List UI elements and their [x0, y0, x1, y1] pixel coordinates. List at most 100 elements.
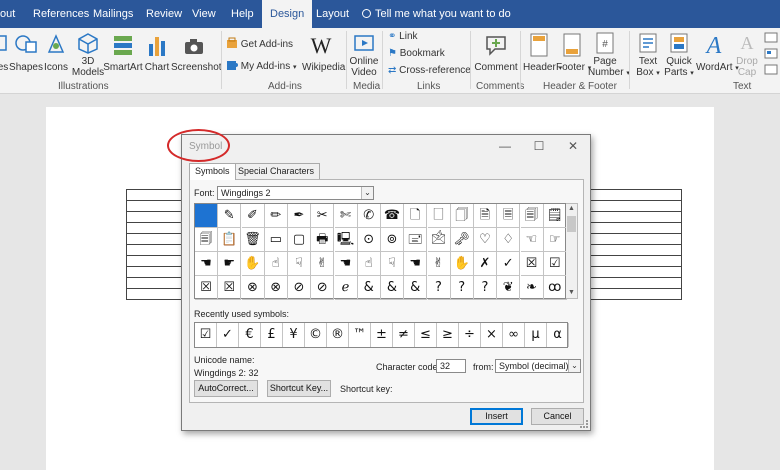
symbol-cell[interactable]: ✗ — [474, 252, 497, 276]
from-select[interactable]: Symbol (decimal) ⌄ — [495, 359, 581, 373]
symbol-cell[interactable]: ☒ — [195, 276, 218, 300]
recent-symbol-cell[interactable]: ® — [327, 323, 349, 347]
icons-button[interactable]: Icons — [43, 32, 69, 73]
tell-me-search[interactable]: Tell me what you want to do — [362, 0, 511, 28]
symbol-cell[interactable]: 🗋 — [404, 204, 428, 228]
recent-symbol-cell[interactable]: ∞ — [503, 323, 525, 347]
symbol-cell[interactable]: ☟ — [381, 252, 404, 276]
symbol-cell[interactable]: 🗐 — [195, 228, 218, 252]
tab-mailings[interactable]: Mailings — [93, 0, 133, 28]
symbol-cell[interactable]: ? — [474, 276, 497, 300]
recent-symbol-cell[interactable]: ≤ — [415, 323, 437, 347]
3d-models-button[interactable]: 3D Models — [71, 32, 105, 78]
symbol-cell[interactable]: ☚ — [195, 252, 218, 276]
symbol-cell[interactable]: ℯ — [334, 276, 358, 300]
symbol-cell[interactable]: ❦ — [497, 276, 521, 300]
symbol-cell[interactable]: 🗏 — [497, 204, 521, 228]
tab-review[interactable]: Review — [146, 0, 182, 28]
tab-special-characters[interactable]: Special Characters — [232, 163, 321, 179]
scroll-down-icon[interactable]: ▼ — [566, 288, 577, 298]
symbol-cell[interactable]: ☑ — [543, 252, 567, 276]
symbol-cell[interactable]: 🗒 — [543, 204, 567, 228]
get-addins-button[interactable]: Get Add-ins — [226, 37, 293, 52]
recent-symbol-cell[interactable]: ☑ — [195, 323, 217, 347]
recent-symbol-cell[interactable]: © — [305, 323, 327, 347]
tab-view[interactable]: View — [192, 0, 216, 28]
minimize-button[interactable]: — — [492, 137, 518, 155]
recent-symbol-cell[interactable]: μ — [525, 323, 547, 347]
symbol-cell[interactable]: ❧ — [520, 276, 544, 300]
symbol-cell[interactable]: ✓ — [497, 252, 521, 276]
symbol-cell[interactable]: & — [404, 276, 428, 300]
maximize-button[interactable]: ☐ — [526, 137, 552, 155]
recent-symbol-cell[interactable]: ÷ — [459, 323, 481, 347]
tab-help[interactable]: Help — [231, 0, 254, 28]
comment-button[interactable]: Comment — [474, 32, 518, 73]
header-button[interactable]: Header ▾ — [523, 32, 562, 74]
symbol-cell[interactable]: 🗍 — [450, 204, 474, 228]
symbol-cell[interactable]: ✄ — [334, 204, 358, 228]
symbol-cell[interactable]: ✏ — [264, 204, 288, 228]
symbol-cell[interactable]: ☚ — [334, 252, 358, 276]
symbol-cell[interactable]: ⊗ — [264, 276, 288, 300]
symbol-grid-scrollbar[interactable]: ▲ ▼ — [566, 203, 578, 299]
recent-symbol-cell[interactable]: × — [481, 323, 503, 347]
recent-symbol-cell[interactable]: ≥ — [437, 323, 459, 347]
resize-grip-icon[interactable] — [580, 420, 588, 428]
quick-parts-button[interactable]: Quick Parts ▾ — [663, 32, 695, 79]
symbol-cell[interactable]: ♢ — [497, 228, 521, 252]
symbol-cell[interactable]: ☒ — [218, 276, 242, 300]
symbol-cell[interactable]: ✒ — [288, 204, 311, 228]
symbol-cell[interactable]: ☚ — [404, 252, 428, 276]
symbol-cell[interactable]: ☝ — [264, 252, 288, 276]
chart-button[interactable]: Chart — [143, 32, 171, 73]
symbol-cell[interactable]: ▭ — [264, 228, 288, 252]
symbol-cell[interactable]: & — [357, 276, 381, 300]
symbol-cell[interactable]: 🗎 — [474, 204, 497, 228]
symbol-cell[interactable]: ☟ — [288, 252, 311, 276]
symbol-cell[interactable]: ✆ — [357, 204, 381, 228]
recent-symbol-cell[interactable]: ≠ — [393, 323, 415, 347]
insert-button[interactable]: Insert — [470, 408, 523, 425]
tab-design[interactable]: Design — [262, 0, 313, 28]
recent-symbols-row[interactable]: ☑ ✓ € £ ¥ © ® ™ ± ≠ ≤ ≥ ÷ × ∞ μ α — [194, 322, 569, 348]
tab-layout-cut[interactable]: out — [0, 0, 15, 28]
footer-button[interactable]: Footer ▾ — [556, 32, 591, 74]
symbol-cell[interactable]: ✋ — [241, 252, 265, 276]
character-code-input[interactable]: 32 — [436, 359, 466, 373]
drop-cap-button[interactable]: A Drop Cap — [733, 32, 761, 78]
symbol-cell[interactable]: ✎ — [218, 204, 242, 228]
cross-reference-button[interactable]: ⇄ Cross-reference — [388, 64, 471, 78]
recent-symbol-cell[interactable]: € — [239, 323, 261, 347]
symbol-cell[interactable]: ▢ — [288, 228, 311, 252]
symbol-cell[interactable]: 🖃 — [404, 228, 428, 252]
symbol-cell[interactable]: ✌ — [311, 252, 335, 276]
symbol-cell[interactable] — [195, 204, 218, 228]
symbol-cell[interactable]: 🖄 — [427, 228, 451, 252]
symbol-cell[interactable]: ✋ — [450, 252, 474, 276]
symbol-cell[interactable]: ☎ — [381, 204, 404, 228]
symbol-cell[interactable]: 📋 — [218, 228, 242, 252]
object-icon[interactable] — [764, 63, 778, 80]
link-button[interactable]: ⚭ Link — [388, 30, 418, 44]
tab-layout[interactable]: Layout — [316, 0, 349, 28]
symbol-cell[interactable]: ☝ — [357, 252, 381, 276]
symbol-cell[interactable]: 🖳 — [334, 228, 358, 252]
scroll-thumb[interactable] — [567, 216, 576, 232]
wikipedia-button[interactable]: W Wikipedia — [302, 32, 345, 73]
close-button[interactable]: ✕ — [560, 137, 586, 155]
symbol-cell[interactable]: ♡ — [474, 228, 497, 252]
screenshot-button[interactable]: Screenshot — [171, 32, 222, 73]
signature-line-icon[interactable] — [764, 31, 778, 48]
tab-references[interactable]: References — [33, 0, 89, 28]
recent-symbol-cell[interactable]: α — [547, 323, 569, 347]
bookmark-button[interactable]: ⚑ Bookmark — [388, 47, 445, 61]
wordart-button[interactable]: A WordArt ▾ — [696, 32, 739, 74]
symbol-cell[interactable]: 🗐 — [520, 204, 544, 228]
autocorrect-button[interactable]: AutoCorrect... — [194, 380, 258, 397]
text-box-button[interactable]: Text Box ▾ — [633, 32, 663, 79]
recent-symbol-cell[interactable]: ¥ — [283, 323, 305, 347]
symbol-cell[interactable]: ✐ — [241, 204, 265, 228]
shapes-button[interactable]: Shapes — [9, 32, 43, 73]
symbol-cell[interactable]: ☒ — [520, 252, 544, 276]
